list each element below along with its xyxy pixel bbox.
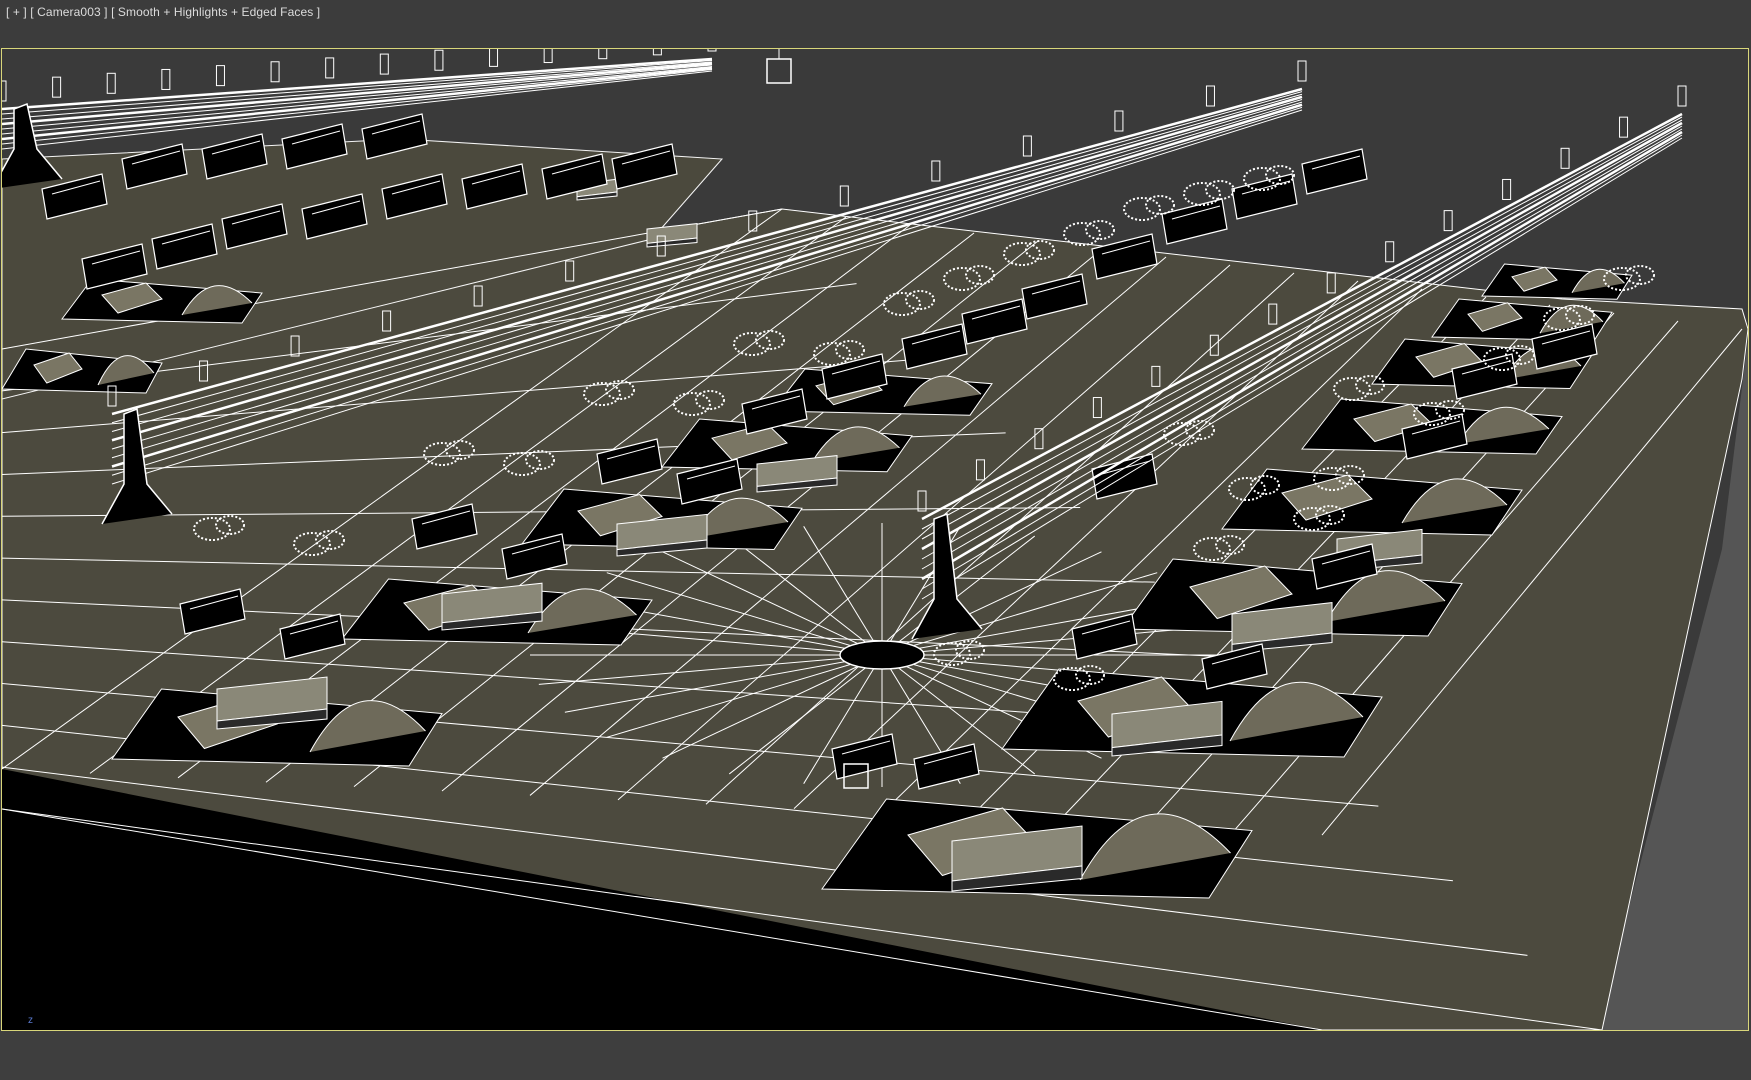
status-strip bbox=[0, 1031, 1751, 1080]
axis-tripod: z bbox=[28, 1016, 33, 1026]
center-hole bbox=[839, 640, 925, 670]
camera-menu-button[interactable]: [ Camera003 ] bbox=[30, 5, 107, 19]
viewport-label-bar: [ + ] [ Camera003 ] [ Smooth + Highlight… bbox=[6, 4, 320, 20]
camera-viewport[interactable]: z bbox=[1, 48, 1749, 1031]
viewport-window: [ + ] [ Camera003 ] [ Smooth + Highlight… bbox=[0, 0, 1751, 1080]
shading-menu-button[interactable]: [ Smooth + Highlights + Edged Faces ] bbox=[111, 5, 320, 19]
viewport-menu-button[interactable]: [ + ] bbox=[6, 5, 27, 19]
axis-z-label: z bbox=[28, 1015, 33, 1026]
scene-canvas[interactable] bbox=[2, 49, 1748, 1030]
